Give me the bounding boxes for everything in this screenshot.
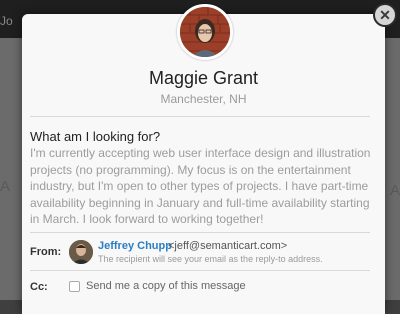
divider [30, 116, 370, 117]
profile-location: Manchester, NH [160, 92, 247, 106]
section-body: I'm currently accepting web user interfa… [30, 146, 371, 226]
send-copy-checkbox[interactable] [69, 281, 80, 292]
from-label: From: [30, 246, 62, 258]
sender-email: <jeff@semanticart.com> [168, 240, 288, 252]
background-topbar-text: Jo [0, 14, 13, 28]
section-title: What am I looking for? [30, 129, 161, 144]
sender-name-link[interactable]: Jeffrey Chupp [98, 240, 172, 252]
divider [30, 270, 370, 271]
sender-avatar [69, 240, 93, 264]
background-ghost-text-left: A [0, 178, 11, 195]
close-button[interactable]: ✕ [373, 3, 397, 27]
cc-label: Cc: [30, 281, 48, 293]
send-copy-label[interactable]: Send me a copy of this message [86, 280, 246, 292]
divider [30, 232, 370, 233]
profile-name: Maggie Grant [148, 68, 259, 88]
profile-avatar [177, 4, 233, 60]
sender-photo-icon [69, 240, 93, 264]
close-icon: ✕ [379, 6, 391, 23]
reply-to-note: The recipient will see your email as the… [98, 254, 323, 264]
background-ghost-text-right: A [389, 182, 400, 199]
profile-photo-icon [180, 7, 230, 57]
